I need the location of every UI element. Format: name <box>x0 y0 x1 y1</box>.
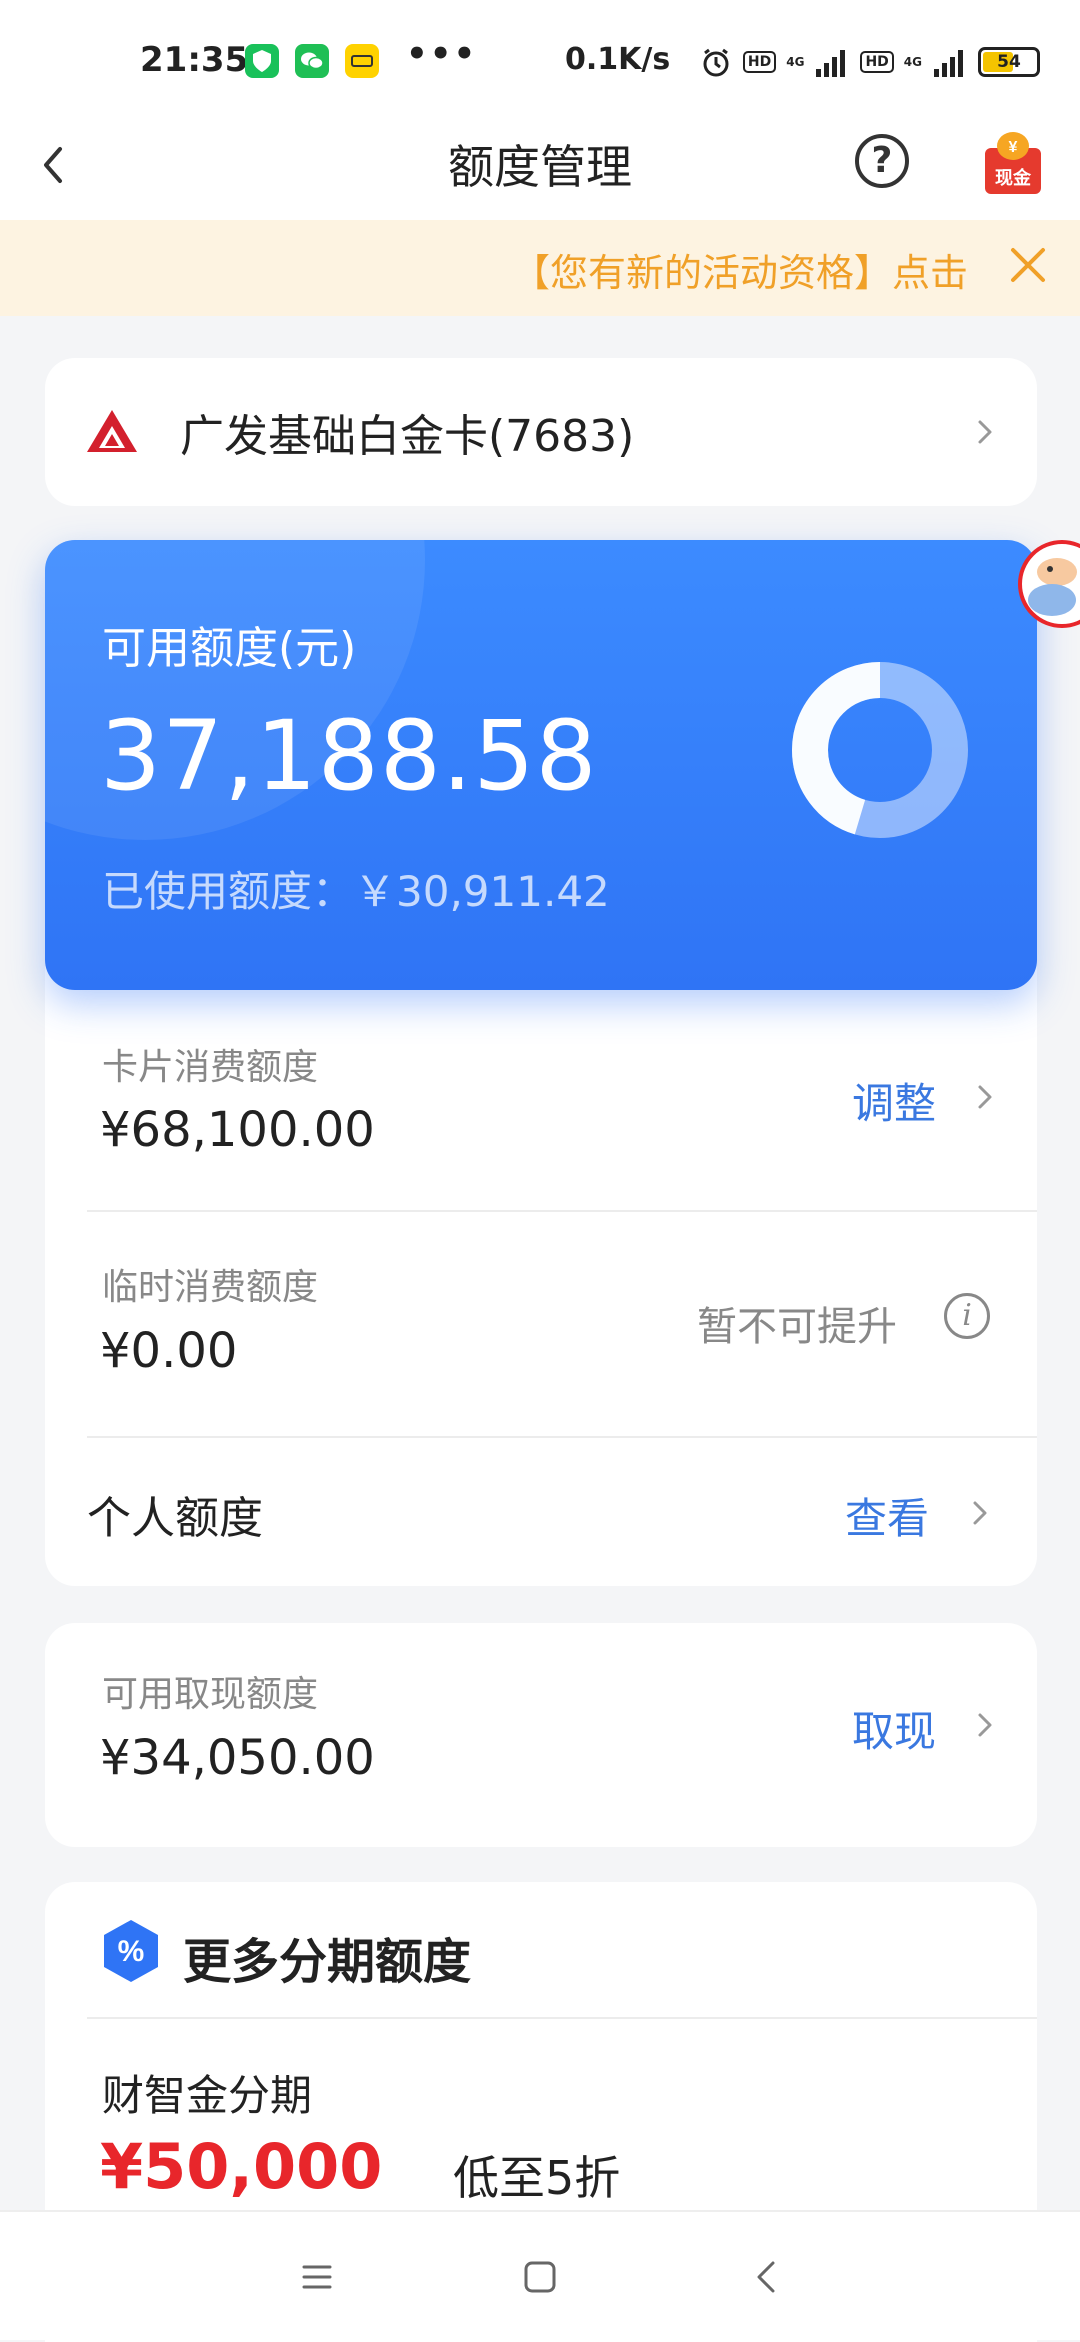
personal-limit-label: 个人额度 <box>87 1493 263 1544</box>
card-limit-label: 卡片消费额度 <box>102 1047 319 1088</box>
cash-icon-yen: ¥ <box>1009 139 1018 156</box>
cash-withdrawal-card: 可用取现额度 ¥34,050.00 取现 <box>45 1623 1037 1847</box>
card-limit-value: ¥68,100.00 <box>100 1102 375 1158</box>
status-time: 21:35 <box>140 40 249 80</box>
available-limit-card: 可用额度(元) 37,188.58 已使用额度：￥30,911.42 <box>45 540 1037 990</box>
withdraw-cash-button[interactable]: 取现 <box>852 1698 936 1759</box>
installment-promo: 低至5折 <box>453 2151 621 2205</box>
alarm-icon <box>703 48 729 77</box>
installment-product[interactable]: 财智金分期 <box>102 2062 312 2123</box>
back-icon[interactable] <box>745 2254 791 2300</box>
floating-mascot-icon[interactable] <box>1012 514 1080 654</box>
nav-bar: 额度管理 ? ¥ 现金 <box>0 125 1080 220</box>
card-selector[interactable]: 广发基础白金卡(7683) <box>45 358 1037 506</box>
usage-donut-chart <box>792 662 968 838</box>
banner-text[interactable]: 【您有新的活动资格】点击 <box>512 242 982 297</box>
close-banner-button[interactable] <box>1005 242 1051 288</box>
shield-app-icon <box>245 44 279 78</box>
more-notifications-icon: ••• <box>406 34 478 74</box>
cash-limit-value: ¥34,050.00 <box>100 1730 375 1786</box>
used-limit-label: 已使用额度： <box>102 867 355 916</box>
cash-limit-label: 可用取现额度 <box>102 1674 319 1715</box>
hd-badge: HD <box>742 51 777 73</box>
cash-icon-label: 现金 <box>995 167 1032 189</box>
status-bar: 21:35 ••• 0.1K/s HD 4G HD 4G 54 <box>0 0 1080 125</box>
temp-limit-label: 临时消费额度 <box>102 1267 319 1308</box>
limits-card: 卡片消费额度 ¥68,100.00 调整 临时消费额度 ¥0.00 暂不可提升 … <box>45 950 1037 1586</box>
help-button[interactable]: ? <box>855 134 909 188</box>
page-title: 额度管理 <box>448 140 632 194</box>
view-personal-limit-button[interactable]: 查看 <box>845 1485 929 1546</box>
info-icon[interactable]: i <box>944 1293 990 1339</box>
signal-icon <box>816 50 846 77</box>
system-nav-bar <box>0 2210 1080 2340</box>
used-limit-amount: ￥30,911.42 <box>354 867 610 916</box>
adjust-limit-button[interactable]: 调整 <box>852 1070 936 1131</box>
signal-icon <box>934 50 963 77</box>
promo-banner[interactable]: 【您有新的活动资格】点击 <box>0 220 1080 316</box>
percent-symbol: % <box>118 1935 145 1968</box>
used-limit-text: 已使用额度：￥30,911.42 <box>102 858 610 919</box>
chevron-right-icon <box>978 1713 992 1737</box>
hd-badge: HD <box>860 51 894 73</box>
divider <box>87 1210 1037 1212</box>
menu-icon[interactable] <box>294 2254 340 2300</box>
available-limit-label: 可用额度(元) <box>102 623 357 674</box>
temp-limit-status: 暂不可提升 <box>697 1304 897 1350</box>
divider <box>87 2017 1037 2019</box>
bank-logo-icon <box>85 408 139 454</box>
available-limit-amount: 37,188.58 <box>100 700 598 812</box>
battery-icon: 54 <box>978 47 1040 77</box>
chevron-right-icon <box>973 1501 987 1525</box>
status-right-group: HD 4G HD 4G 54 <box>699 42 1040 82</box>
chevron-right-icon <box>978 420 992 444</box>
temp-limit-value: ¥0.00 <box>100 1323 238 1379</box>
cash-gift-icon[interactable]: ¥ 现金 <box>983 130 1043 196</box>
wechat-icon <box>295 44 329 78</box>
card-name: 广发基础白金卡(7683) <box>180 411 635 462</box>
xianyu-app-icon <box>345 44 379 78</box>
home-icon[interactable] <box>517 2254 563 2300</box>
battery-level: 54 <box>997 52 1021 72</box>
network-type: 4G <box>786 55 805 69</box>
close-icon <box>1011 248 1045 282</box>
network-speed: 0.1K/s <box>565 42 671 77</box>
divider <box>87 1436 1037 1438</box>
installment-title: 更多分期额度 <box>183 1934 472 1990</box>
installment-amount: ¥50,000 <box>100 2130 383 2203</box>
chevron-right-icon <box>978 1085 992 1109</box>
network-type: 4G <box>903 55 922 69</box>
percent-icon: % <box>100 1918 162 1984</box>
